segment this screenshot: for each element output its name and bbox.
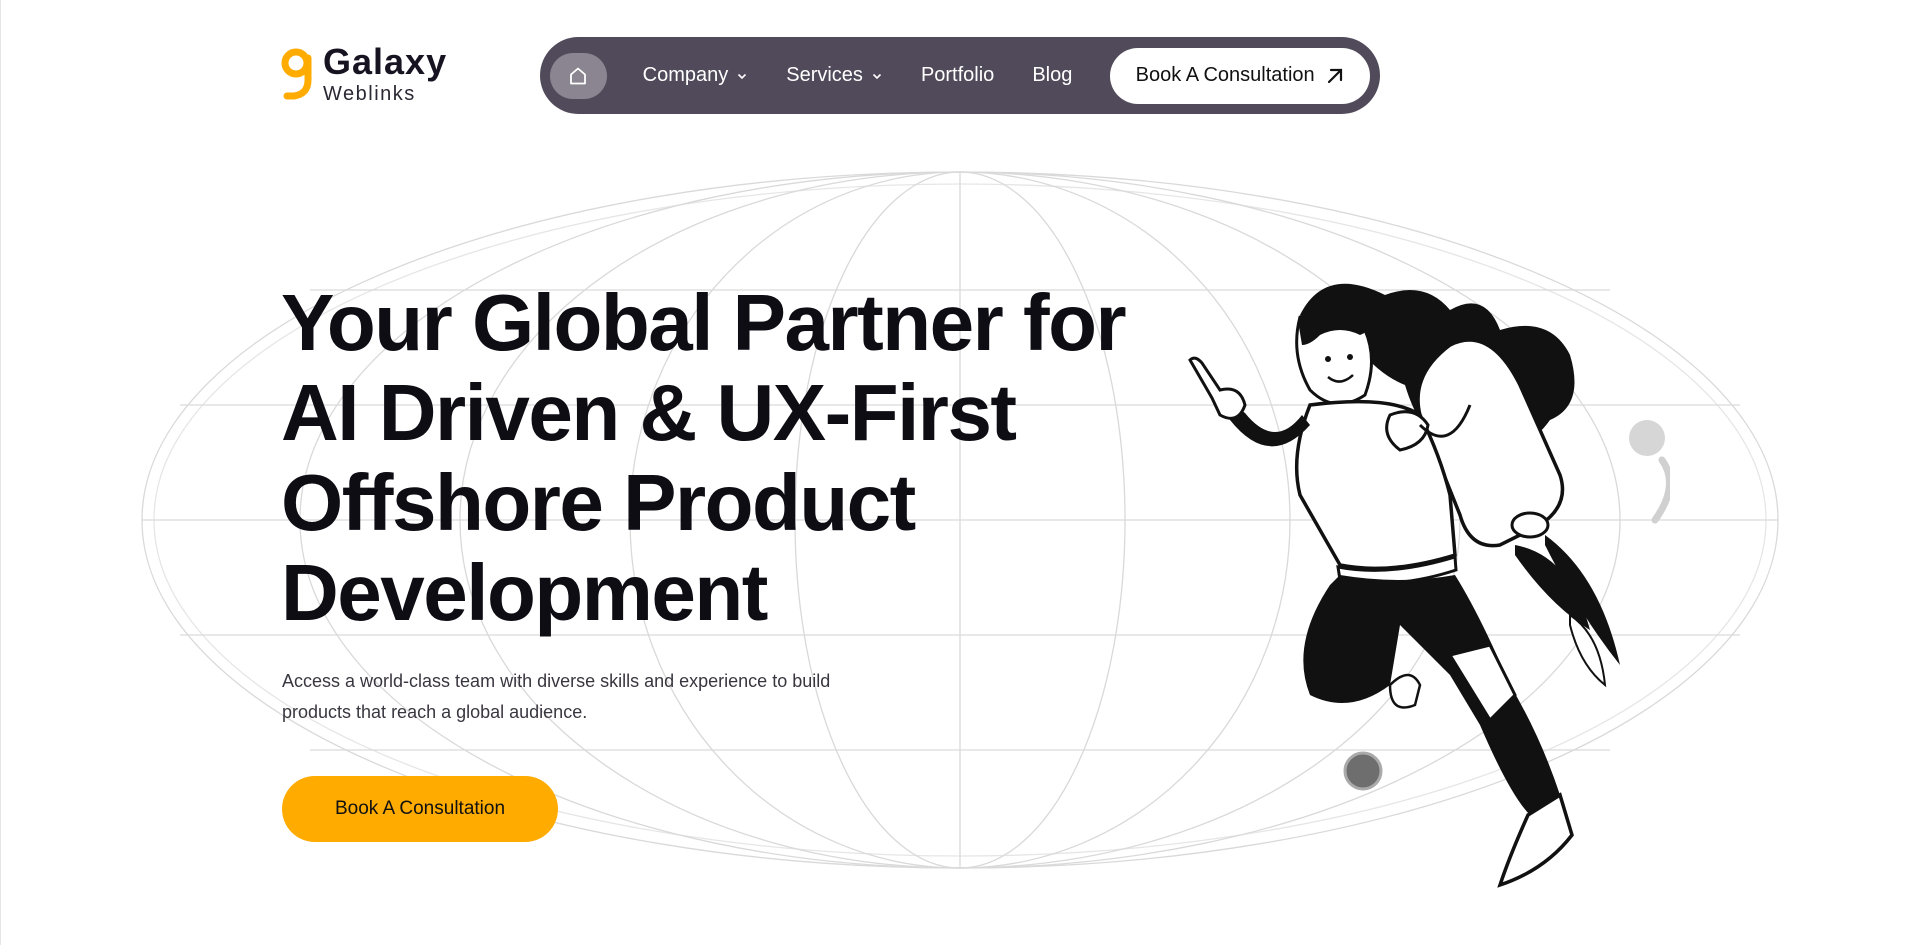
nav-item-portfolio[interactable]: Portfolio — [921, 64, 994, 87]
hero-subtitle: Access a world-class team with diverse s… — [282, 671, 831, 722]
page-left-edge — [0, 0, 1, 945]
nav-item-blog[interactable]: Blog — [1032, 64, 1072, 87]
brand-logo[interactable]: Galaxy Weblinks — [281, 44, 447, 104]
nav-item-label: Portfolio — [920, 64, 995, 86]
nav-item-label: Blog — [1032, 64, 1073, 86]
home-icon — [570, 67, 587, 84]
chevron-down-icon — [738, 73, 747, 79]
hero-title-line: Development — [281, 548, 768, 637]
hero-title-line: Your Global Partner for — [281, 278, 1127, 367]
arrow-up-right-icon — [1327, 68, 1342, 83]
nav-book-consultation-button[interactable]: Book A Consultation — [1110, 47, 1370, 104]
main-navbar: Company Services Portfolio Blog Book A C… — [540, 37, 1380, 114]
nav-menu: Company Services Portfolio Blog — [643, 64, 1111, 87]
nav-item-label: Services — [786, 64, 863, 86]
brand-name: Galaxy — [323, 41, 448, 82]
nav-item-company[interactable]: Company — [643, 64, 749, 87]
woman-with-jetpack-illustration — [1188, 283, 1670, 888]
nav-item-services[interactable]: Services — [786, 64, 883, 87]
galaxy-logo-icon — [281, 48, 312, 100]
nav-item-label: Company — [642, 64, 729, 86]
home-button[interactable] — [550, 52, 607, 99]
hero-title-line: AI Driven & UX-First — [281, 368, 1017, 457]
hero-book-consultation-button[interactable]: Book A Consultation — [282, 776, 558, 842]
brand-tagline: Weblinks — [323, 83, 416, 105]
nav-cta-label: Book A Consultation — [1135, 64, 1315, 86]
chevron-down-icon — [872, 73, 882, 79]
hero-title-line: Offshore Product — [281, 458, 916, 547]
hero-title: Your Global Partner for AI Driven & UX-F… — [281, 278, 1181, 638]
